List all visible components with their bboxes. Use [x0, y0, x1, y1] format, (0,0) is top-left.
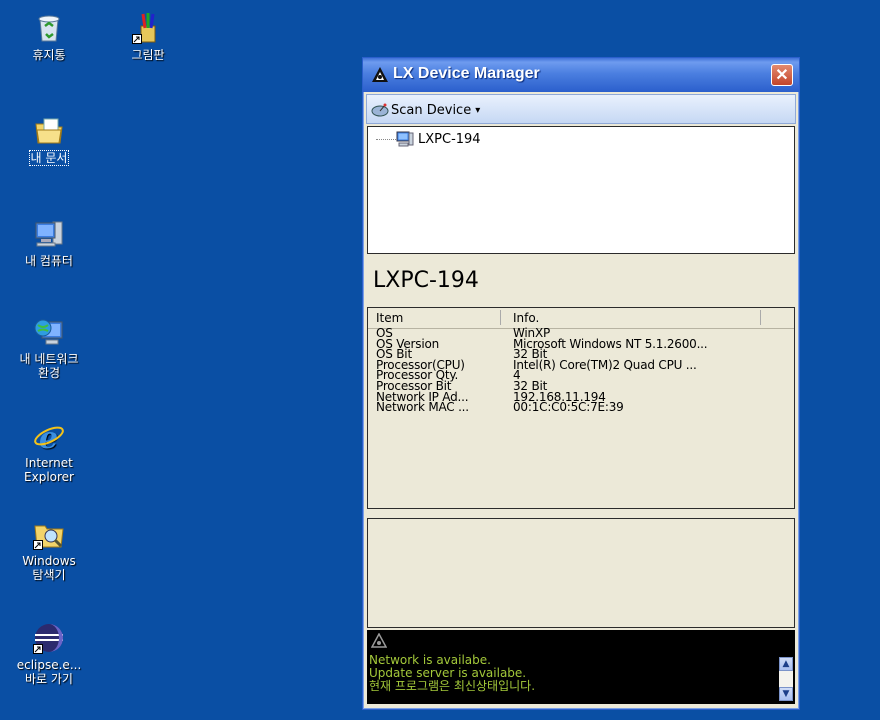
- paint-icon: [132, 12, 164, 44]
- desktop-icon-my-computer[interactable]: 내 컴퓨터: [9, 218, 89, 268]
- device-tree: LXPC-194: [367, 126, 795, 254]
- device-info-list: Item Info. OS WinXP OS Version Microsoft W…: [367, 307, 795, 509]
- log-line: 현재 프로그램은 최신상태입니다.: [369, 679, 536, 693]
- close-button[interactable]: ✕: [771, 64, 793, 86]
- scroll-down-button[interactable]: ▼: [779, 687, 793, 701]
- desktop-icon-label: 내 컴퓨터: [25, 254, 73, 268]
- info-list-header: Item Info.: [368, 308, 794, 329]
- desktop-icon-label: 내 네트워크 환경: [19, 352, 79, 380]
- device-name-heading: LXPC-194: [373, 268, 479, 293]
- app-logo-icon: [371, 633, 387, 648]
- windows-explorer-icon: [33, 518, 65, 550]
- my-documents-icon: [33, 114, 65, 146]
- shortcut-arrow-icon: [33, 540, 43, 550]
- column-header-item[interactable]: Item: [376, 311, 403, 325]
- desktop-icon-eclipse[interactable]: eclipse.e... 바로 가기: [9, 622, 89, 686]
- scroll-up-button[interactable]: ▲: [779, 657, 793, 671]
- computer-node-icon: [396, 131, 414, 147]
- column-divider[interactable]: [760, 310, 761, 325]
- desktop-icon-network-places[interactable]: 내 네트워크 환경: [9, 316, 89, 380]
- list-item[interactable]: OS Version Microsoft Windows NT 5.1.2600.…: [368, 338, 794, 350]
- tree-connector: [376, 139, 398, 140]
- scroll-track[interactable]: [779, 671, 793, 687]
- desktop-icon-paint[interactable]: 그림판: [108, 12, 188, 62]
- network-places-icon: [33, 316, 65, 348]
- window-title: LX Device Manager: [393, 65, 540, 82]
- shortcut-arrow-icon: [33, 644, 43, 654]
- chevron-down-icon: ▾: [475, 104, 481, 116]
- desktop-icon-label: 내 문서: [28, 150, 70, 166]
- status-bar: [367, 630, 795, 654]
- desktop-icon-my-documents[interactable]: 내 문서: [9, 114, 89, 166]
- desktop-icon-recycle-bin[interactable]: 휴지통: [9, 12, 89, 62]
- log-scrollbar[interactable]: ▲ ▼: [779, 657, 793, 701]
- info-cell: Intel(R) Core(TM)2 Quad CPU ...: [513, 357, 697, 372]
- scan-device-button[interactable]: Scan Device ▾: [371, 100, 480, 120]
- column-header-info[interactable]: Info.: [513, 311, 539, 325]
- detail-panel: [367, 518, 795, 628]
- list-item[interactable]: Network MAC ... 00:1C:C0:5C:7E:39: [368, 400, 794, 415]
- desktop-icon-label: eclipse.e... 바로 가기: [16, 658, 82, 686]
- column-divider[interactable]: [500, 310, 501, 325]
- desktop-icon-windows-explorer[interactable]: Windows 탐색기: [9, 518, 89, 582]
- app-logo-icon: [372, 67, 388, 82]
- desktop-icon-label: 그림판: [131, 48, 165, 62]
- recycle-bin-icon: [33, 12, 65, 44]
- desktop-icon-label: Windows 탐색기: [22, 554, 76, 582]
- tree-node-device[interactable]: LXPC-194: [396, 131, 481, 147]
- desktop-icon-label: 휴지통: [32, 48, 66, 62]
- my-computer-icon: [33, 218, 65, 250]
- desktop-icon-label: Internet Explorer: [24, 456, 74, 484]
- desktop-icon-internet-explorer[interactable]: e Internet Explorer: [9, 420, 89, 484]
- satellite-dish-icon: [371, 103, 389, 117]
- internet-explorer-icon: e: [33, 420, 65, 452]
- tree-node-label: LXPC-194: [418, 131, 481, 147]
- lx-device-manager-window: LX Device Manager ✕ Scan Device ▾ LXPC-1…: [362, 57, 800, 710]
- log-output[interactable]: Network is availabe. Update server is av…: [367, 654, 795, 704]
- svg-text:e: e: [39, 421, 58, 452]
- info-cell: 00:1C:C0:5C:7E:39: [513, 400, 624, 415]
- toolbar: Scan Device ▾: [366, 94, 796, 124]
- shortcut-arrow-icon: [132, 34, 142, 44]
- scan-device-label: Scan Device: [391, 102, 472, 118]
- eclipse-icon: [33, 622, 65, 654]
- item-cell: Network MAC ...: [376, 400, 469, 415]
- title-bar[interactable]: LX Device Manager ✕: [363, 58, 799, 92]
